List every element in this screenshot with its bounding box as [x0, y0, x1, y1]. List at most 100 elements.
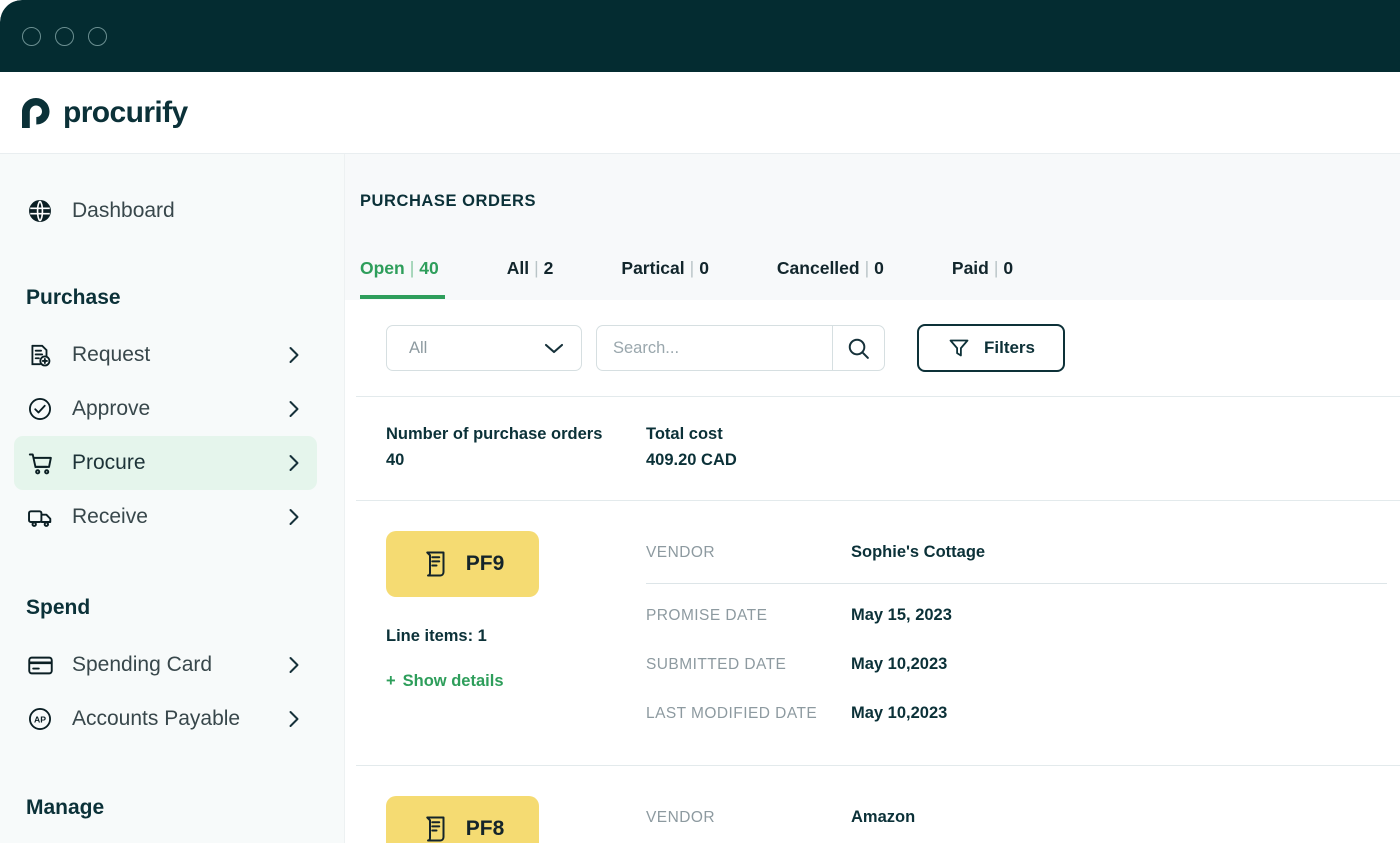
- sidebar-item-label: Spending Card: [72, 653, 270, 677]
- chevron-right-icon: [288, 655, 301, 675]
- purchase-order-id: PF9: [466, 552, 505, 576]
- receipt-icon: [421, 814, 451, 843]
- fact-vendor: VENDOR Sophie's Cottage: [646, 531, 1395, 574]
- line-items-label: Line items: 1: [386, 627, 646, 646]
- search-button[interactable]: [832, 325, 885, 371]
- summary-count-value: 40: [386, 451, 646, 470]
- show-details-label: Show details: [403, 672, 504, 691]
- category-select[interactable]: All: [386, 325, 582, 371]
- tab-open[interactable]: Open|40: [360, 258, 445, 299]
- sidebar-item-label: Receive: [72, 505, 270, 529]
- tab-all[interactable]: All|2: [507, 258, 554, 299]
- accounts-payable-icon: AP: [26, 705, 54, 733]
- summary-count-label: Number of purchase orders: [386, 425, 646, 444]
- shopping-cart-icon: [26, 449, 54, 477]
- purchase-order-badge[interactable]: PF8: [386, 796, 539, 843]
- sidebar-item-dashboard[interactable]: Dashboard: [14, 184, 317, 238]
- purchase-order-badge[interactable]: PF9: [386, 531, 539, 597]
- tab-count: 0: [699, 258, 709, 278]
- tab-label: Partical: [621, 258, 684, 278]
- chevron-right-icon: [288, 399, 301, 419]
- sidebar-item-accounts-payable[interactable]: AP Accounts Payable: [14, 692, 317, 746]
- svg-text:AP: AP: [34, 715, 46, 725]
- summary-total: Total cost 409.20 CAD: [646, 425, 737, 470]
- show-details-link[interactable]: + Show details: [386, 672, 504, 691]
- app-window: procurify Dashboard Purchase: [0, 0, 1400, 843]
- chevron-down-icon: [543, 341, 565, 355]
- globe-icon: [26, 197, 54, 225]
- purchase-order-facts: VENDOR Amazon: [646, 796, 1400, 843]
- sidebar-item-approve[interactable]: Approve: [14, 382, 317, 436]
- plus-icon: +: [386, 672, 396, 691]
- category-select-value: All: [409, 339, 427, 358]
- purchase-order-row: PF9 Line items: 1 + Show details VENDOR …: [345, 501, 1400, 735]
- tab-count: 2: [544, 258, 554, 278]
- purchase-order-summary: PF8: [386, 796, 646, 843]
- sidebar-item-request[interactable]: Request: [14, 328, 317, 382]
- fact-last-modified-date: LAST MODIFIED DATE May 10,2023: [646, 692, 1395, 735]
- delivery-truck-icon: [26, 503, 54, 531]
- sidebar-item-receive[interactable]: Receive: [14, 490, 317, 544]
- sidebar-section-manage: Manage: [0, 796, 344, 820]
- search-input-wrapper[interactable]: [596, 325, 832, 371]
- page-title: PURCHASE ORDERS: [345, 192, 1400, 211]
- document-plus-icon: [26, 341, 54, 369]
- sidebar-item-label: Accounts Payable: [72, 707, 270, 731]
- sidebar-section-purchase: Purchase: [0, 286, 344, 310]
- purchase-order-id: PF8: [466, 817, 505, 841]
- receipt-icon: [421, 549, 451, 579]
- credit-card-icon: [26, 651, 54, 679]
- sidebar-item-label: Dashboard: [72, 199, 301, 223]
- filter-toolbar: All: [345, 300, 1400, 396]
- filters-button[interactable]: Filters: [917, 324, 1065, 372]
- tab-count: 0: [874, 258, 884, 278]
- summary-total-value: 409.20 CAD: [646, 451, 737, 470]
- fact-value: May 10,2023: [851, 704, 947, 723]
- fact-submitted-date: SUBMITTED DATE May 10,2023: [646, 643, 1395, 686]
- tab-paid[interactable]: Paid|0: [952, 258, 1013, 299]
- chevron-right-icon: [288, 709, 301, 729]
- sidebar-item-label: Approve: [72, 397, 270, 421]
- chevron-right-icon: [288, 453, 301, 473]
- window-dot-close[interactable]: [22, 27, 41, 46]
- window-dot-minimize[interactable]: [55, 27, 74, 46]
- window-dot-maximize[interactable]: [88, 27, 107, 46]
- search-group: [596, 325, 885, 371]
- fact-value: Sophie's Cottage: [851, 543, 985, 562]
- brand-header: procurify: [0, 72, 1400, 154]
- tab-count: 0: [1003, 258, 1013, 278]
- fact-label: VENDOR: [646, 544, 851, 562]
- tab-cancelled[interactable]: Cancelled|0: [777, 258, 884, 299]
- chevron-right-icon: [288, 345, 301, 365]
- fact-value: May 10,2023: [851, 655, 947, 674]
- purchase-order-summary: PF9 Line items: 1 + Show details: [386, 531, 646, 735]
- procurify-logo-icon: [18, 96, 54, 130]
- tab-label: Open: [360, 258, 405, 278]
- check-circle-icon: [26, 395, 54, 423]
- summary-count: Number of purchase orders 40: [386, 425, 646, 470]
- fact-value: May 15, 2023: [851, 606, 952, 625]
- tab-count: 40: [419, 258, 438, 278]
- sidebar-item-procure[interactable]: Procure: [14, 436, 317, 490]
- fact-promise-date: PROMISE DATE May 15, 2023: [646, 594, 1395, 637]
- sidebar-item-spending-card[interactable]: Spending Card: [14, 638, 317, 692]
- status-tabs: Open|40 All|2 Partical|0 Cancelled|0 Pai…: [345, 246, 1400, 299]
- tab-label: Cancelled: [777, 258, 860, 278]
- brand-logo[interactable]: procurify: [18, 96, 188, 130]
- sidebar-item-label: Procure: [72, 451, 270, 475]
- fact-divider: [646, 583, 1387, 584]
- summary-bar: Number of purchase orders 40 Total cost …: [345, 397, 1400, 500]
- purchase-order-row: PF8 VENDOR Amazon: [345, 766, 1400, 843]
- main-header: PURCHASE ORDERS Open|40 All|2 Partical|0…: [345, 154, 1400, 300]
- fact-vendor: VENDOR Amazon: [646, 796, 1395, 839]
- chevron-right-icon: [288, 507, 301, 527]
- search-icon: [846, 336, 871, 361]
- main-content: PURCHASE ORDERS Open|40 All|2 Partical|0…: [345, 154, 1400, 843]
- sidebar-item-label: Request: [72, 343, 270, 367]
- summary-total-label: Total cost: [646, 425, 737, 444]
- search-input[interactable]: [613, 339, 832, 358]
- fact-label: PROMISE DATE: [646, 607, 851, 625]
- purchase-order-facts: VENDOR Sophie's Cottage PROMISE DATE May…: [646, 531, 1400, 735]
- fact-label: VENDOR: [646, 809, 851, 827]
- tab-partical[interactable]: Partical|0: [621, 258, 709, 299]
